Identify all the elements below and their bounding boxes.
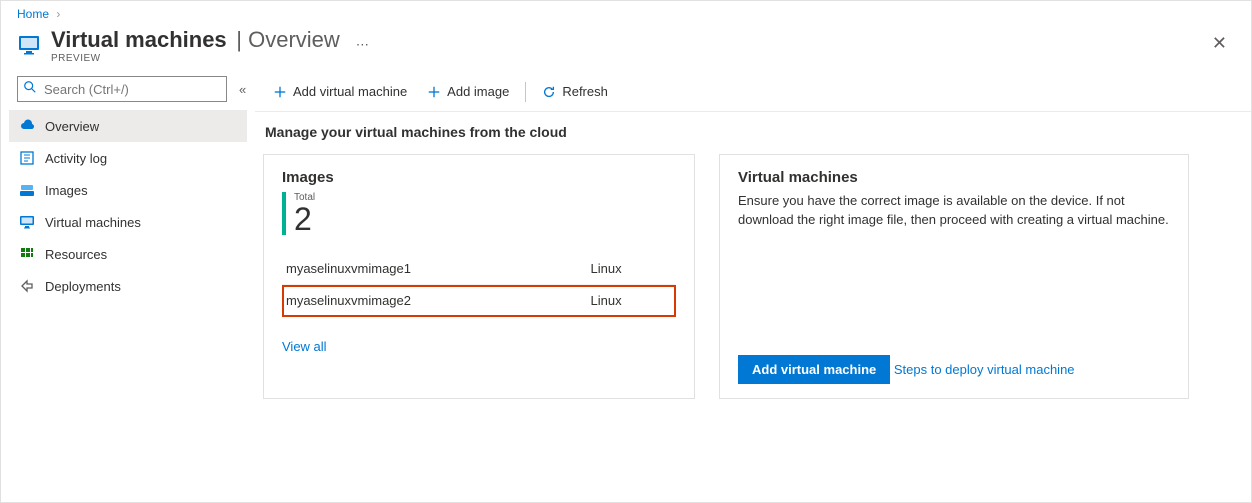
steps-link[interactable]: Steps to deploy virtual machine bbox=[894, 362, 1075, 377]
vms-card: Virtual machines Ensure you have the cor… bbox=[719, 154, 1189, 399]
sidebar-item-resources[interactable]: Resources bbox=[9, 238, 247, 270]
page-section: | Overview bbox=[236, 27, 340, 52]
sidebar-item-deployments[interactable]: Deployments bbox=[9, 270, 247, 302]
image-os: Linux bbox=[587, 285, 676, 317]
add-virtual-machine-button[interactable]: Add virtual machine bbox=[738, 355, 890, 384]
search-input[interactable] bbox=[17, 76, 227, 102]
metric-value: 2 bbox=[294, 203, 315, 235]
page-description: Manage your virtual machines from the cl… bbox=[265, 124, 1235, 140]
preview-badge: PREVIEW bbox=[51, 53, 340, 64]
sidebar-item-label: Activity log bbox=[45, 151, 107, 166]
images-card-title: Images bbox=[282, 169, 676, 186]
monitor-icon bbox=[17, 33, 41, 57]
image-os: Linux bbox=[587, 253, 676, 285]
image-name: myaselinuxvmimage2 bbox=[282, 285, 587, 317]
collapse-sidebar-icon[interactable]: « bbox=[239, 82, 246, 97]
monitor-small-icon bbox=[19, 214, 35, 230]
view-all-link[interactable]: View all bbox=[282, 339, 327, 354]
plus-icon bbox=[273, 85, 287, 99]
add-image-button[interactable]: Add image bbox=[417, 76, 519, 108]
breadcrumb-home[interactable]: Home bbox=[17, 7, 49, 21]
metric-accent-bar bbox=[282, 192, 286, 235]
more-icon[interactable]: ⋯ bbox=[356, 37, 369, 53]
sidebar-item-label: Deployments bbox=[45, 279, 121, 294]
grid-icon bbox=[19, 246, 35, 262]
close-icon[interactable]: ✕ bbox=[1204, 27, 1235, 60]
breadcrumb: Home › bbox=[1, 1, 1251, 23]
sidebar-item-label: Virtual machines bbox=[45, 215, 141, 230]
plus-icon bbox=[427, 85, 441, 99]
image-name: myaselinuxvmimage1 bbox=[282, 253, 587, 285]
table-row[interactable]: myaselinuxvmimage1 Linux bbox=[282, 253, 676, 285]
search-icon bbox=[23, 80, 37, 97]
sidebar-item-label: Overview bbox=[45, 119, 99, 134]
cloud-icon bbox=[19, 118, 35, 134]
chevron-right-icon: › bbox=[56, 7, 60, 21]
vms-card-title: Virtual machines bbox=[738, 169, 1170, 186]
log-icon bbox=[19, 150, 35, 166]
images-card: Images Total 2 myaselinuxvmimage1 Lin bbox=[263, 154, 695, 399]
table-row[interactable]: myaselinuxvmimage2 Linux bbox=[282, 285, 676, 317]
refresh-icon bbox=[542, 85, 556, 99]
sidebar-item-overview[interactable]: Overview bbox=[9, 110, 247, 142]
vms-card-body: Ensure you have the correct image is ava… bbox=[738, 192, 1170, 230]
sidebar-item-activity-log[interactable]: Activity log bbox=[9, 142, 247, 174]
page-title: Virtual machines bbox=[51, 27, 227, 53]
disk-icon bbox=[19, 182, 35, 198]
add-vm-button[interactable]: Add virtual machine bbox=[263, 76, 417, 108]
refresh-button[interactable]: Refresh bbox=[532, 76, 618, 108]
sidebar-item-virtual-machines[interactable]: Virtual machines bbox=[9, 206, 247, 238]
sidebar-item-images[interactable]: Images bbox=[9, 174, 247, 206]
sidebar-item-label: Resources bbox=[45, 247, 107, 262]
deploy-icon bbox=[19, 278, 35, 294]
toolbar-separator bbox=[525, 82, 526, 102]
sidebar-item-label: Images bbox=[45, 183, 88, 198]
